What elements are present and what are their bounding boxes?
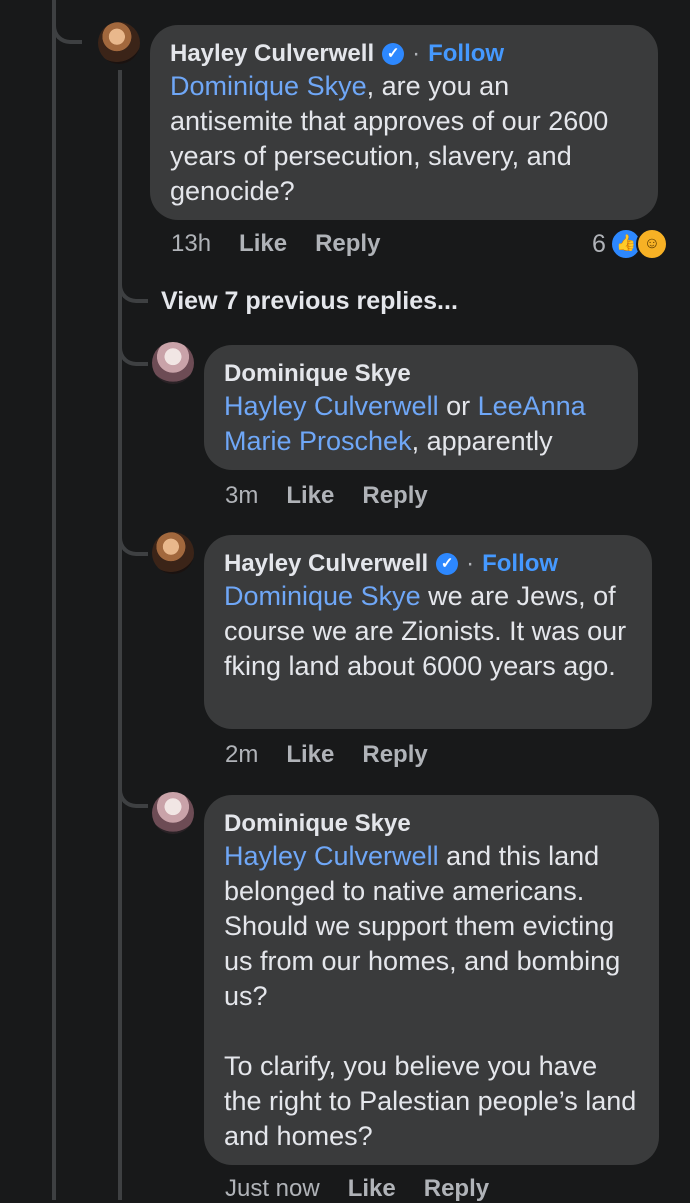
- reaction-count: 6: [592, 229, 606, 258]
- avatar[interactable]: [152, 532, 194, 574]
- comment-bubble: Hayley Culverwell ✓ · Follow Dominique S…: [204, 535, 652, 729]
- follow-button[interactable]: Follow: [428, 39, 504, 69]
- author-name[interactable]: Hayley Culverwell: [224, 549, 428, 579]
- like-button[interactable]: Like: [239, 230, 287, 258]
- like-button[interactable]: Like: [348, 1175, 396, 1203]
- mention-link[interactable]: Dominique Skye: [170, 71, 367, 101]
- reaction-summary[interactable]: 6 👍 ☺: [592, 228, 668, 260]
- comment-text: Dominique Skye we are Jews, of course we…: [224, 581, 627, 681]
- timestamp[interactable]: 3m: [225, 482, 258, 510]
- separator: ·: [466, 550, 475, 577]
- author-name[interactable]: Dominique Skye: [224, 809, 411, 839]
- comment-bubble: Dominique Skye Hayley Culverwell and thi…: [204, 795, 659, 1165]
- comment-actions: Just now Like Reply: [225, 1175, 489, 1203]
- avatar[interactable]: [152, 792, 194, 834]
- like-button[interactable]: Like: [286, 741, 334, 769]
- mention-link[interactable]: Hayley Culverwell: [224, 391, 439, 421]
- comment-text: Hayley Culverwell or LeeAnna Marie Prosc…: [224, 391, 586, 456]
- reply-button[interactable]: Reply: [424, 1175, 489, 1203]
- comment-bubble: Dominique Skye Hayley Culverwell or LeeA…: [204, 345, 638, 470]
- thread-line-outer: [52, 0, 56, 1200]
- avatar[interactable]: [98, 22, 140, 64]
- verified-badge-icon: ✓: [436, 553, 459, 575]
- reply-button[interactable]: Reply: [362, 482, 427, 510]
- follow-button[interactable]: Follow: [482, 549, 558, 579]
- comment-bubble: Hayley Culverwell ✓ · Follow Dominique S…: [150, 25, 658, 220]
- timestamp[interactable]: 13h: [171, 230, 211, 258]
- care-reaction-icon: ☺: [635, 228, 668, 260]
- timestamp[interactable]: 2m: [225, 741, 258, 769]
- thread-connector: [52, 0, 82, 44]
- separator: ·: [412, 40, 421, 67]
- reply-button[interactable]: Reply: [362, 741, 427, 769]
- comment-text: Hayley Culverwell and this land belonged…: [224, 841, 621, 1011]
- avatar[interactable]: [152, 342, 194, 384]
- like-button[interactable]: Like: [286, 482, 334, 510]
- mention-link[interactable]: Hayley Culverwell: [224, 841, 439, 871]
- comment-text: Dominique Skye, are you an antisemite th…: [170, 71, 609, 206]
- thread-connector: [118, 770, 148, 808]
- comment-actions: 2m Like Reply: [225, 741, 428, 769]
- thread-connector: [118, 512, 148, 556]
- verified-badge-icon: ✓: [382, 43, 405, 65]
- comment-text-paragraph: To clarify, you believe you have the rig…: [224, 1051, 637, 1151]
- author-name[interactable]: Hayley Culverwell: [170, 39, 374, 69]
- thread-connector: [118, 255, 148, 303]
- timestamp[interactable]: Just now: [225, 1175, 320, 1203]
- comment-actions: 3m Like Reply: [225, 482, 428, 510]
- thread-line-inner: [118, 70, 122, 1200]
- reply-button[interactable]: Reply: [315, 230, 380, 258]
- author-name[interactable]: Dominique Skye: [224, 359, 411, 389]
- mention-link[interactable]: Dominique Skye: [224, 581, 421, 611]
- comment-actions: 13h Like Reply: [171, 230, 380, 258]
- thread-connector: [118, 320, 148, 366]
- view-previous-replies-link[interactable]: View 7 previous replies...: [161, 287, 458, 316]
